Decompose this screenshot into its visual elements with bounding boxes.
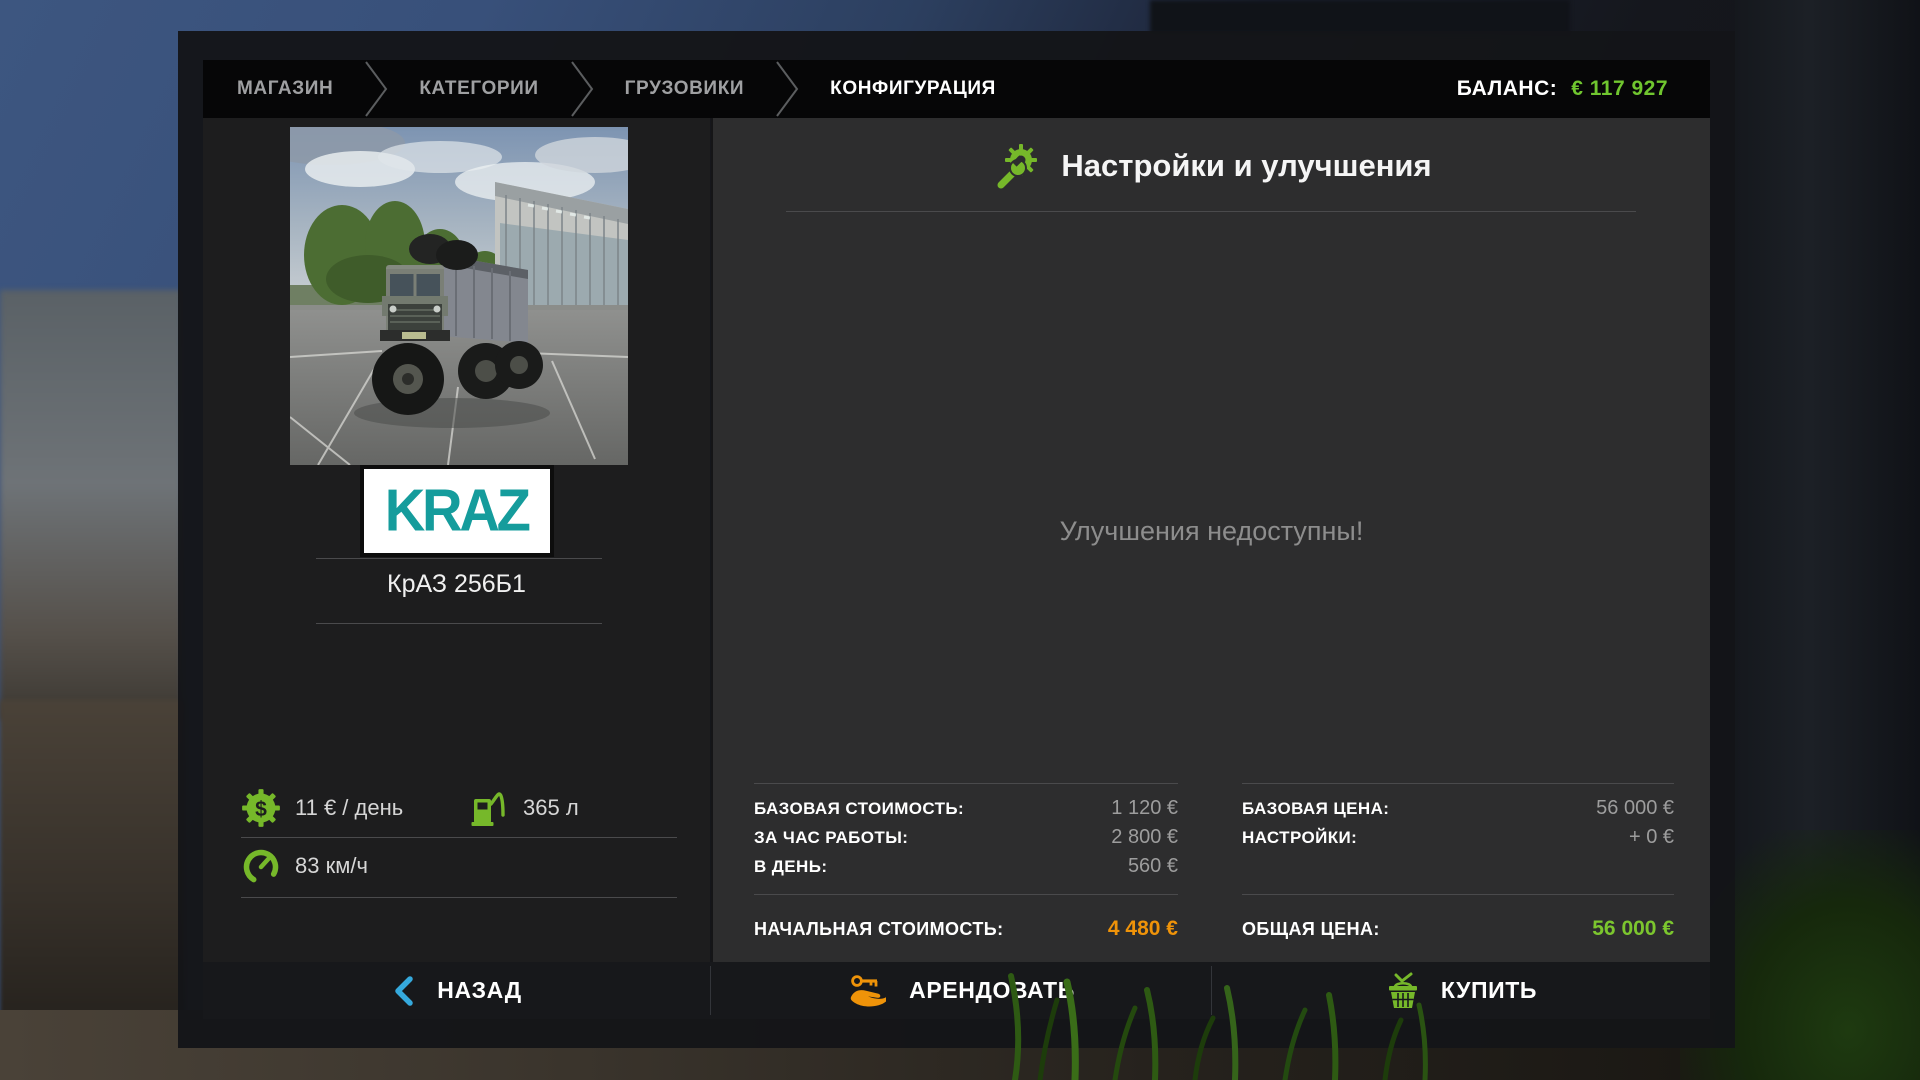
row-value: 2 800 € [1111,826,1178,849]
action-bar: НАЗАД АРЕНДОВАТЬ [203,962,1710,1019]
table-row: В ДЕНЬ: 560 € [754,852,1178,881]
screen: МАГАЗИН КАТЕГОРИИ ГРУЗОВИКИ КОНФИГУРАЦИЯ… [0,0,1920,1080]
svg-text:$: $ [255,798,267,821]
foreground-grass [985,970,1455,1080]
gear-dollar-icon: $ [241,788,281,828]
row-label: ЗА ЧАС РАБОТЫ: [754,828,908,848]
config-message: Улучшения недоступны! [713,516,1710,547]
divider [786,211,1636,212]
gear-wrench-icon [991,142,1039,190]
divider [316,623,602,624]
background-wall [0,290,182,720]
divider [241,897,677,898]
config-title: Настройки и улучшения [1061,148,1431,184]
hand-key-icon [847,972,889,1010]
shop-config-dialog: МАГАЗИН КАТЕГОРИИ ГРУЗОВИКИ КОНФИГУРАЦИЯ… [178,31,1735,1048]
table-row: ЗА ЧАС РАБОТЫ: 2 800 € [754,823,1178,852]
purchase-price-table: БАЗОВАЯ ЦЕНА: 56 000 € НАСТРОЙКИ: + 0 € … [1242,794,1674,954]
total-value: 56 000 € [1592,917,1674,941]
config-header: Настройки и улучшения [713,142,1710,190]
row-label: БАЗОВАЯ СТОИМОСТЬ: [754,799,964,819]
table-row: БАЗОВАЯ СТОИМОСТЬ: 1 120 € [754,794,1178,823]
stat-speed: 83 км/ч [241,844,368,888]
stat-maintenance: $ 11 € / день [241,786,403,830]
operating-cost-table: БАЗОВАЯ СТОИМОСТЬ: 1 120 € ЗА ЧАС РАБОТЫ… [754,794,1178,954]
breadcrumb-bar: МАГАЗИН КАТЕГОРИИ ГРУЗОВИКИ КОНФИГУРАЦИЯ… [203,60,1710,118]
chevron-right-icon [774,61,800,117]
buy-button-label: КУПИТЬ [1441,977,1537,1004]
stat-fuel: 365 л [469,786,579,830]
row-label: НАСТРОЙКИ: [1242,828,1357,848]
chevron-left-icon [391,974,417,1008]
row-label: В ДЕНЬ: [754,857,827,877]
balance-value: € 117 927 [1571,77,1668,101]
speedometer-icon [241,846,281,886]
total-label: ОБЩАЯ ЦЕНА: [1242,919,1380,940]
divider [1242,894,1674,895]
breadcrumb-item-configuration[interactable]: КОНФИГУРАЦИЯ [830,78,996,100]
divider [754,894,1178,895]
table-total-row: НАЧАЛЬНАЯ СТОИМОСТЬ: 4 480 € [754,913,1178,945]
brand-logo: KRAZ [360,465,554,557]
breadcrumb-item-trucks[interactable]: ГРУЗОВИКИ [625,78,744,100]
row-value: + 0 € [1629,826,1674,849]
divider [241,837,677,838]
background-structure [1150,0,1570,34]
stat-fuel-value: 365 л [523,795,579,821]
fuel-pump-icon [469,788,509,828]
vehicle-name: КрАЗ 256Б1 [203,570,710,599]
back-button[interactable]: НАЗАД [203,962,710,1019]
vehicle-image [290,127,628,465]
config-panel: Настройки и улучшения Улучшения недоступ… [711,118,1710,962]
table-total-row: ОБЩАЯ ЦЕНА: 56 000 € [1242,913,1674,945]
chevron-right-icon [569,61,595,117]
row-value: 56 000 € [1596,797,1674,820]
table-row: НАСТРОЙКИ: + 0 € [1242,823,1674,852]
breadcrumb-item-categories[interactable]: КАТЕГОРИИ [419,78,538,100]
divider [316,558,602,559]
total-value: 4 480 € [1108,917,1178,941]
breadcrumb-item-shop[interactable]: МАГАЗИН [237,78,333,100]
balance-label: БАЛАНС: [1457,77,1557,101]
chevron-right-icon [363,61,389,117]
row-value: 560 € [1128,855,1178,878]
vehicle-panel: KRAZ КрАЗ 256Б1 [203,118,710,962]
back-button-label: НАЗАД [437,977,521,1004]
brand-logo-text: KRAZ [385,477,528,546]
stat-maintenance-value: 11 € / день [295,795,403,821]
table-row: БАЗОВАЯ ЦЕНА: 56 000 € [1242,794,1674,823]
stat-speed-value: 83 км/ч [295,853,368,879]
row-value: 1 120 € [1111,797,1178,820]
divider [754,783,1178,784]
total-label: НАЧАЛЬНАЯ СТОИМОСТЬ: [754,919,1004,940]
row-label: БАЗОВАЯ ЦЕНА: [1242,799,1389,819]
divider [1242,783,1674,784]
balance: БАЛАНС: € 117 927 [1457,77,1676,101]
